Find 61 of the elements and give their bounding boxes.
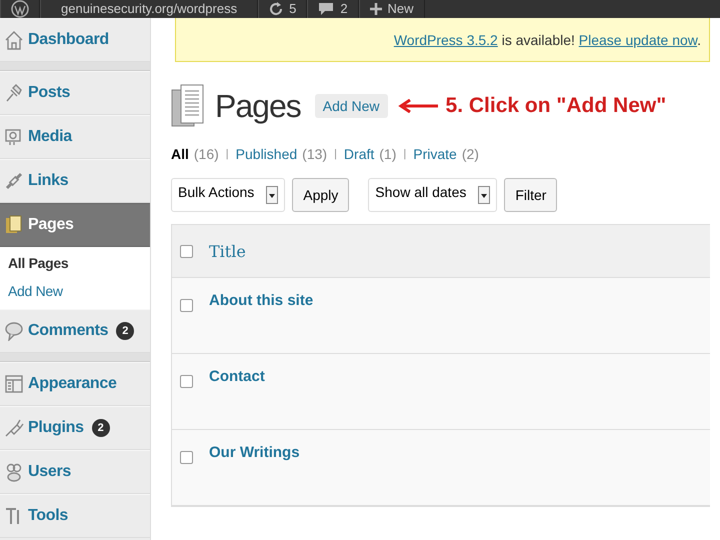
house-icon <box>4 30 24 50</box>
filter-count: (2) <box>462 146 479 162</box>
people-icon <box>4 462 24 482</box>
row-checkbox[interactable] <box>180 299 193 312</box>
version-link[interactable]: WordPress 3.5.2 <box>394 32 498 48</box>
updates-count[interactable]: 5 <box>289 1 296 17</box>
submenu-item[interactable]: Add New <box>0 283 150 299</box>
new-link[interactable]: New <box>388 1 414 17</box>
wordpress-logo-icon <box>11 0 29 18</box>
menu-item[interactable]: Appearance <box>0 362 150 406</box>
apply-button[interactable]: Apply <box>292 178 350 212</box>
dropdown[interactable]: Bulk Actions <box>171 178 286 212</box>
row-checkbox[interactable] <box>180 451 193 464</box>
menu-item[interactable]: Media <box>0 115 150 159</box>
filter-count: (13) <box>302 146 328 162</box>
refresh-icon <box>269 2 284 16</box>
period-text: . <box>697 32 701 48</box>
update-link[interactable]: Please update now <box>578 32 698 48</box>
submenu-item[interactable]: All Pages <box>0 255 150 271</box>
count-badge: 2 <box>92 419 110 437</box>
page-title: Pages <box>215 88 301 124</box>
filter-count: (1) <box>379 146 396 162</box>
row-checkbox[interactable] <box>180 375 193 388</box>
menu-item[interactable]: Posts <box>0 71 150 115</box>
separator-text: | <box>334 148 337 160</box>
dropdown-caret-icon <box>478 186 490 204</box>
speech-bubble-icon <box>318 2 334 16</box>
pages-icon <box>4 215 24 235</box>
menu-item[interactable]: Users <box>0 450 150 494</box>
site-name-link[interactable]: genuinesecurity.org/wordpress <box>61 1 238 17</box>
arrow-icon <box>398 99 438 113</box>
separator-text: | <box>403 148 406 160</box>
page-title-link[interactable]: Our Writings <box>209 444 300 505</box>
chain-link-icon <box>4 171 24 191</box>
menu-item[interactable]: Tools <box>0 494 150 538</box>
speech-bubble-icon <box>4 321 24 341</box>
menu-item[interactable]: Plugins 2 <box>0 406 150 450</box>
dropdown-caret-icon <box>266 186 278 204</box>
notice-text: is available! <box>502 32 575 48</box>
filter-link[interactable]: All <box>171 146 189 162</box>
instruction-text: 5. Click on "Add New" <box>446 94 666 118</box>
filter-count: (16) <box>194 146 219 162</box>
filter-link[interactable]: Private <box>413 146 457 162</box>
pages-icon <box>171 84 205 128</box>
filter-link[interactable]: Published <box>236 146 298 162</box>
count-badge: 2 <box>116 322 134 340</box>
page-title-link[interactable]: About this site <box>209 292 314 353</box>
pushpin-icon <box>4 83 24 103</box>
layout-icon <box>4 374 24 394</box>
plus-icon <box>370 3 382 15</box>
column-header[interactable]: Title <box>209 242 246 260</box>
dropdown[interactable]: Show all dates <box>368 178 498 212</box>
page-title-link[interactable]: Contact <box>209 368 265 429</box>
separator-text: | <box>226 148 229 160</box>
plug-icon <box>4 418 24 438</box>
add-new-button[interactable]: Add New <box>314 94 388 118</box>
menu-item[interactable]: Pages <box>0 203 150 247</box>
select-all-checkbox[interactable] <box>180 244 193 258</box>
filter-button[interactable]: Filter <box>504 178 558 212</box>
comments-count[interactable]: 2 <box>340 1 348 17</box>
filter-link[interactable]: Draft <box>344 146 374 162</box>
